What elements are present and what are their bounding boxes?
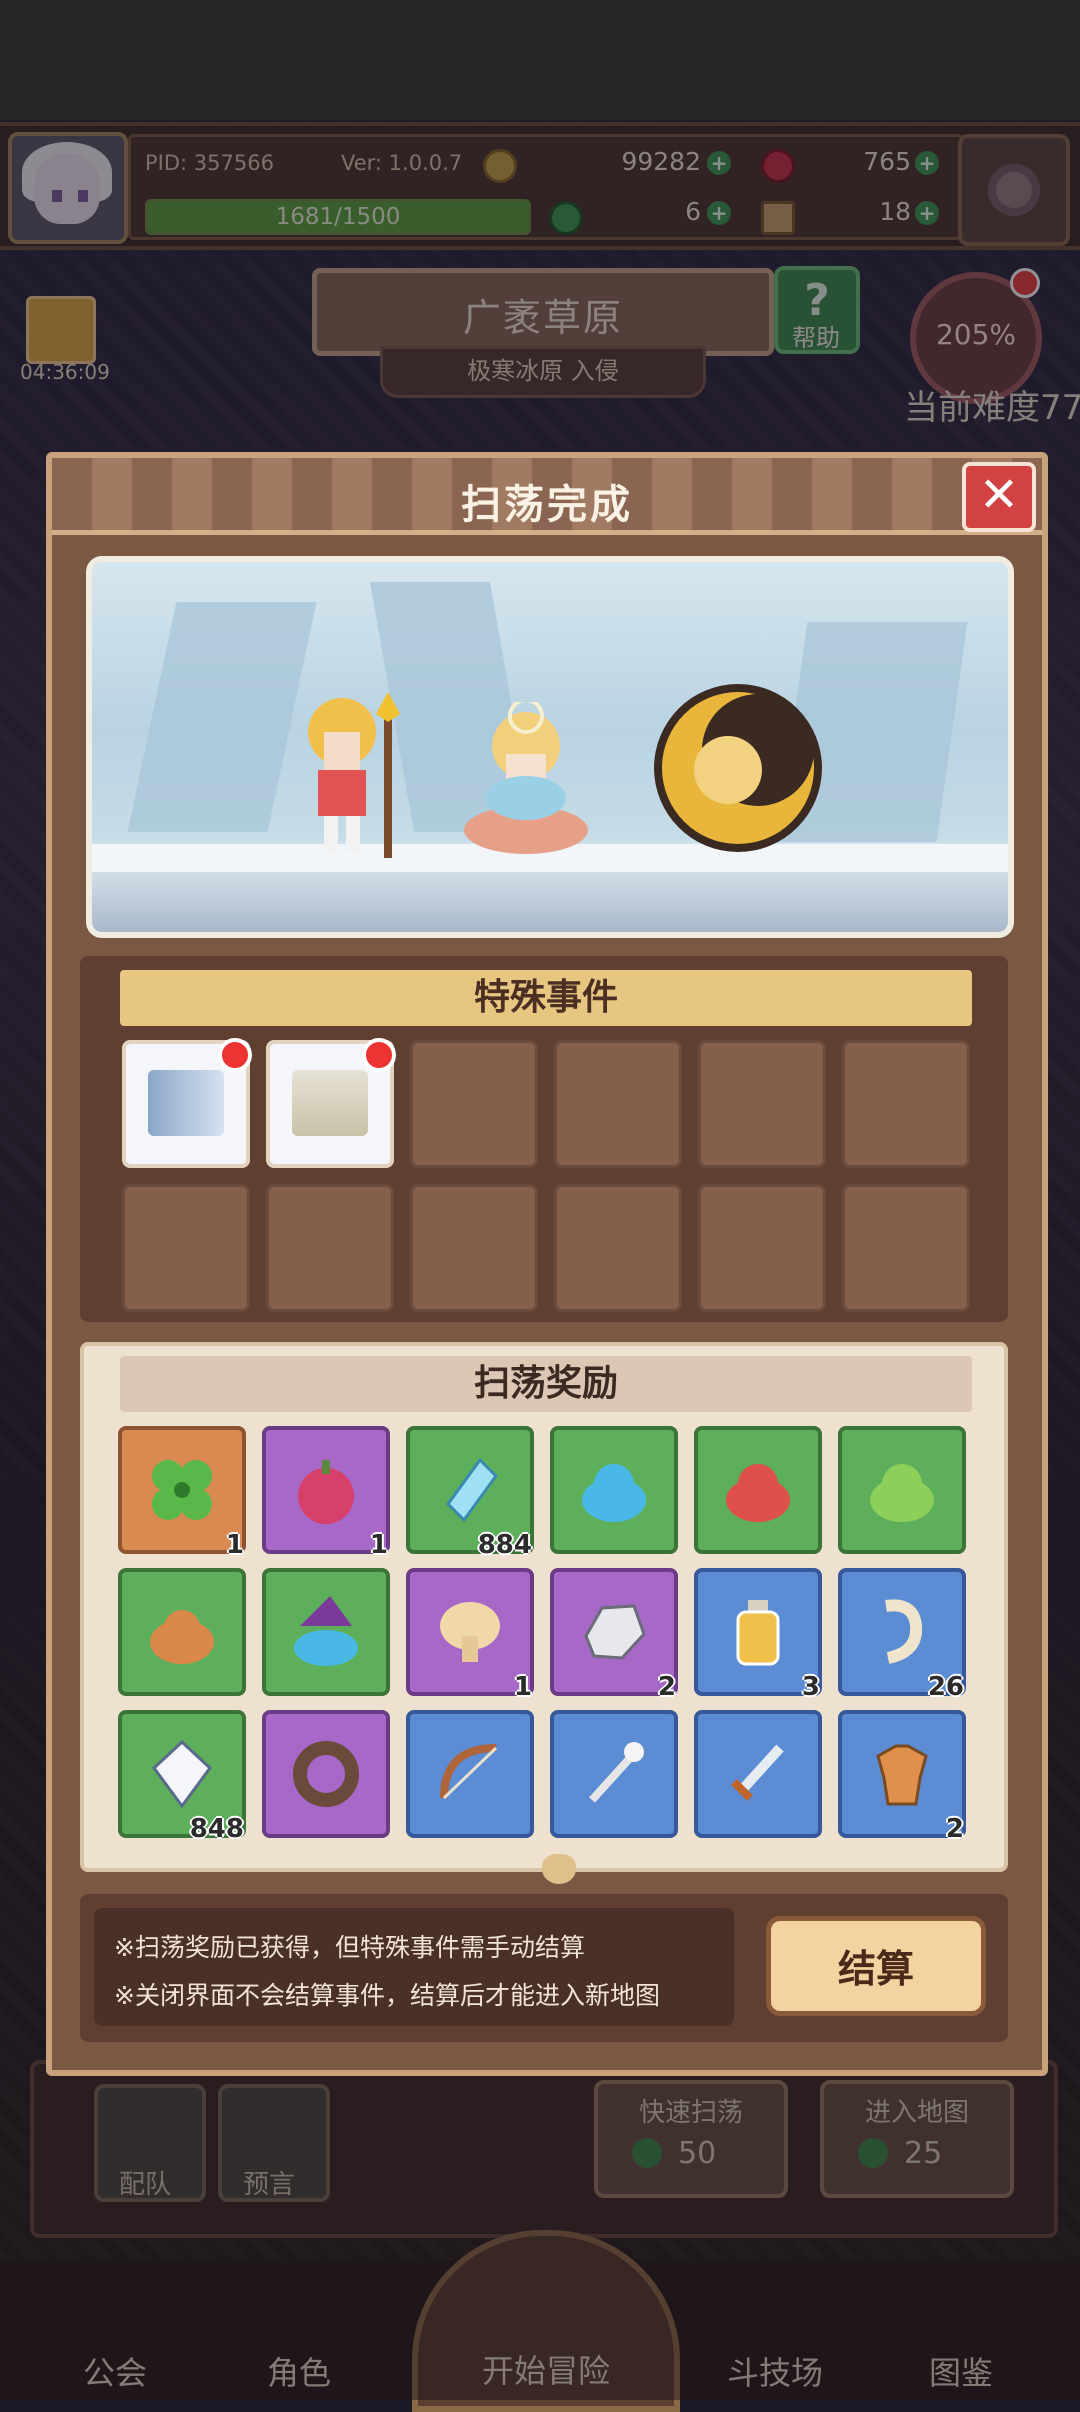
- reward-item[interactable]: 26: [838, 1568, 966, 1702]
- reward-item[interactable]: 1: [262, 1426, 390, 1560]
- reward-quantity: 2: [945, 1814, 964, 1844]
- witch-slime-icon: [294, 1596, 358, 1666]
- reward-item[interactable]: [118, 1568, 246, 1696]
- party-scene: [86, 556, 1014, 938]
- event-slot-empty: [554, 1184, 682, 1312]
- scroll-indicator-icon: [542, 1854, 576, 1884]
- dialog-header: 扫荡完成 ✕: [52, 458, 1042, 535]
- reward-item[interactable]: [838, 1426, 966, 1554]
- event-slot-empty: [554, 1040, 682, 1168]
- green-slime-icon: [870, 1464, 934, 1522]
- event-slot-empty: [122, 1184, 250, 1312]
- wand-icon: [589, 1742, 644, 1803]
- close-button[interactable]: ✕: [962, 462, 1036, 532]
- notification-dot: [362, 1038, 396, 1072]
- hero-shell-mermaid: [464, 702, 588, 854]
- reward-item[interactable]: 1: [118, 1426, 246, 1560]
- dialog-title: 扫荡完成: [461, 482, 633, 528]
- ice-gate-icon: [292, 1070, 368, 1136]
- bow-icon: [440, 1744, 498, 1800]
- reward-quantity: 1: [513, 1672, 532, 1702]
- reward-item[interactable]: [694, 1426, 822, 1554]
- status-bar-area: [0, 0, 1080, 120]
- event-slot-empty: [410, 1040, 538, 1168]
- berry-icon: [298, 1460, 354, 1524]
- event-slot-empty: [410, 1184, 538, 1312]
- bone-icon: [885, 1599, 923, 1664]
- ore-icon: [584, 1604, 646, 1660]
- event-slot-ice-key[interactable]: [122, 1038, 252, 1168]
- close-icon: ✕: [978, 467, 1020, 523]
- hero-spear-maiden: [308, 692, 400, 858]
- sweep-rewards-title: 扫荡奖励: [120, 1356, 972, 1412]
- reward-quantity: 2: [657, 1672, 676, 1702]
- reward-item[interactable]: 2: [838, 1710, 966, 1844]
- ring-icon: [293, 1741, 359, 1807]
- reward-quantity: 848: [189, 1814, 244, 1844]
- reward-quantity: 1: [369, 1530, 388, 1560]
- reward-item[interactable]: 3: [694, 1568, 822, 1702]
- reward-item[interactable]: 2: [550, 1568, 678, 1702]
- red-slime-icon: [726, 1464, 790, 1522]
- event-slot-empty: [698, 1040, 826, 1168]
- event-slot-ice-gate[interactable]: [266, 1038, 396, 1168]
- reward-item[interactable]: 1: [406, 1568, 534, 1702]
- sweep-rewards-panel: 扫荡奖励 1 1 884 1 2 3 26 848 2: [80, 1342, 1008, 1884]
- notice-line-1: ※扫荡奖励已获得，但特殊事件需手动结算: [114, 1933, 585, 1962]
- notification-dot: [218, 1038, 252, 1072]
- ice-ground: [92, 872, 1008, 932]
- reward-quantity: 3: [801, 1672, 820, 1702]
- ice-key-icon: [148, 1070, 224, 1136]
- sweep-result-dialog: 扫荡完成 ✕ 特殊事件 扫荡奖励 1 1 884 1 2 3 26 848 2 …: [46, 452, 1048, 2076]
- reward-quantity: 884: [477, 1530, 532, 1560]
- mushroom-icon: [440, 1602, 500, 1662]
- clover-icon: [152, 1460, 212, 1520]
- reward-item[interactable]: [694, 1710, 822, 1838]
- armor-icon: [876, 1744, 928, 1806]
- reward-item[interactable]: [550, 1426, 678, 1554]
- reward-item[interactable]: [550, 1710, 678, 1838]
- reward-item[interactable]: [262, 1710, 390, 1838]
- reward-item[interactable]: [262, 1568, 390, 1696]
- reward-quantity: 1: [225, 1530, 244, 1560]
- blue-slime-icon: [582, 1464, 646, 1522]
- crystal-icon: [446, 1457, 498, 1523]
- event-slot-empty: [266, 1184, 394, 1312]
- orange-slime-icon: [150, 1610, 214, 1664]
- potion-icon: [736, 1600, 780, 1666]
- settle-button[interactable]: 结算: [766, 1916, 986, 2016]
- reward-item[interactable]: 884: [406, 1426, 534, 1560]
- notice-box: ※扫荡奖励已获得，但特殊事件需手动结算 ※关闭界面不会结算事件，结算后才能进入新…: [94, 1908, 734, 2026]
- event-slot-empty: [842, 1040, 970, 1168]
- hero-moon-sorceress: [654, 684, 822, 852]
- special-events-panel: 特殊事件: [80, 956, 1008, 1322]
- dialog-footer: ※扫荡奖励已获得，但特殊事件需手动结算 ※关闭界面不会结算事件，结算后才能进入新…: [80, 1894, 1008, 2042]
- reward-item[interactable]: 848: [118, 1710, 246, 1844]
- reward-quantity: 26: [927, 1672, 964, 1702]
- diamond-icon: [151, 1739, 213, 1809]
- event-slot-empty: [698, 1184, 826, 1312]
- reward-item[interactable]: [406, 1710, 534, 1838]
- notice-line-2: ※关闭界面不会结算事件，结算后才能进入新地图: [114, 1981, 660, 2010]
- special-events-title: 特殊事件: [120, 970, 972, 1026]
- sword-icon: [731, 1744, 784, 1801]
- event-slot-empty: [842, 1184, 970, 1312]
